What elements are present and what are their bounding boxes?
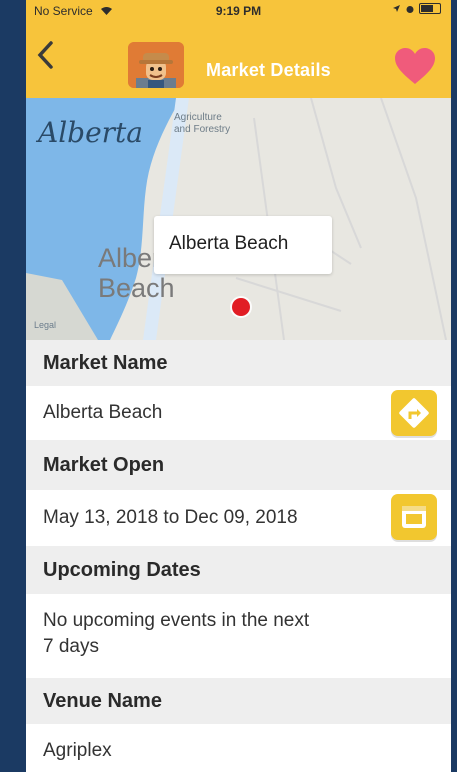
venue-name-row: Agriplex [26,724,451,772]
calendar-icon [402,506,426,528]
market-name-row: Alberta Beach [26,386,451,440]
battery-icon [419,3,441,14]
map-callout[interactable]: Alberta Beach [154,216,332,274]
navigation-bar: Market Details [26,22,451,98]
market-name-header: Market Name [26,340,451,386]
venue-name-value: Agriplex [43,740,112,761]
status-bar: No Service 9:19 PM [26,0,451,22]
status-icons [392,3,441,14]
market-open-row: May 13, 2018 to Dec 09, 2018 [26,490,451,546]
map-legal-link[interactable]: Legal [34,320,56,330]
upcoming-dates-row: No upcoming events in the next 7 days [26,594,451,678]
favorite-button[interactable] [393,46,437,86]
directions-button[interactable] [391,390,437,436]
map-callout-label: Alberta Beach [169,233,289,254]
alarm-icon [406,5,414,13]
venue-name-header: Venue Name [26,678,451,724]
alberta-logo: Alberta [38,116,143,149]
market-name-value: Alberta Beach [43,402,163,423]
ministry-name: Agriculture and Forestry [174,112,231,135]
back-button[interactable] [36,40,54,76]
location-arrow-icon [393,5,400,12]
market-map[interactable]: Alberta Agriculture and Forestry Alberta… [26,98,451,340]
directions-icon [399,398,429,428]
chevron-left-icon [37,41,53,69]
status-time: 9:19 PM [215,4,262,18]
map-pin-icon[interactable] [232,298,250,316]
heart-icon [395,48,435,84]
upcoming-dates-line-2: 7 days [43,636,99,657]
market-open-header: Market Open [26,440,451,490]
calendar-button[interactable] [391,494,437,540]
market-open-value: May 13, 2018 to Dec 09, 2018 [43,507,298,528]
farmer-mascot-icon [128,42,184,88]
upcoming-dates-header: Upcoming Dates [26,546,451,594]
app-screen: No Service 9:19 PM Market Details Albert… [26,0,451,772]
page-title: Market Details [206,60,331,80]
upcoming-dates-line-1: No upcoming events in the next [43,610,310,631]
